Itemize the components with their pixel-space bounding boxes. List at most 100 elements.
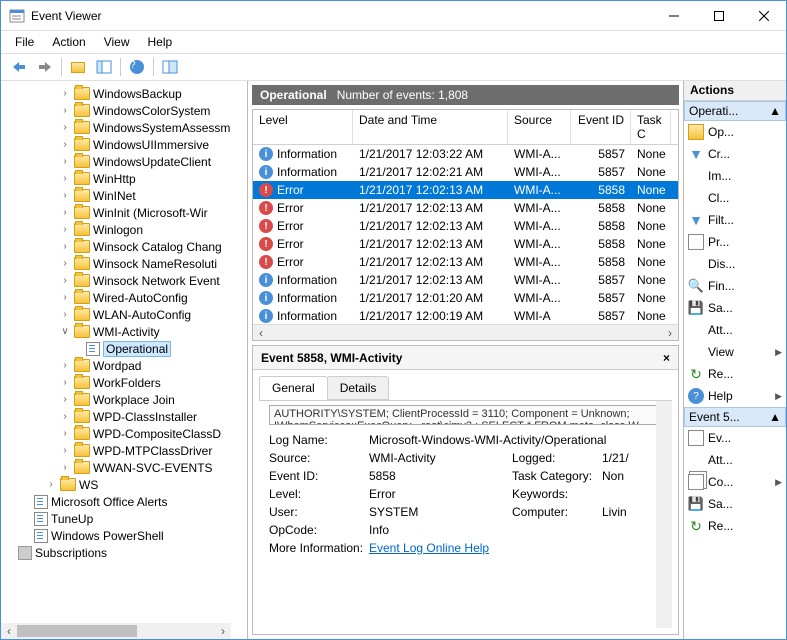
expand-icon[interactable]: ›: [59, 411, 71, 422]
expand-icon[interactable]: ›: [59, 139, 71, 150]
tree-item[interactable]: ›WLAN-AutoConfig: [1, 306, 247, 323]
tree-item[interactable]: ›WindowsSystemAssessm: [1, 119, 247, 136]
event-row[interactable]: !Error1/21/2017 12:02:13 AMWMI-A...5858N…: [253, 181, 678, 199]
help-button[interactable]: ?: [125, 56, 149, 78]
expand-icon[interactable]: ›: [59, 292, 71, 303]
action-item[interactable]: Co...▶: [684, 471, 786, 493]
scrollbar-thumb[interactable]: [17, 625, 137, 637]
scroll-right-icon[interactable]: ›: [662, 325, 678, 340]
tree-item[interactable]: ›Wired-AutoConfig: [1, 289, 247, 306]
actions-section-operational[interactable]: Operati...▲: [684, 101, 786, 121]
tree-item[interactable]: ›WindowsBackup: [1, 85, 247, 102]
tree-item[interactable]: ›Winsock NameResoluti: [1, 255, 247, 272]
actions-section-event[interactable]: Event 5...▲: [684, 407, 786, 427]
minimize-button[interactable]: [651, 1, 696, 30]
action-item[interactable]: Op...: [684, 121, 786, 143]
tree-item-operational[interactable]: Operational: [1, 340, 247, 357]
tree-item[interactable]: ›Winsock Network Event: [1, 272, 247, 289]
expand-icon[interactable]: ›: [59, 241, 71, 252]
tree-item[interactable]: ›WindowsColorSystem: [1, 102, 247, 119]
tree-item[interactable]: ›WinHttp: [1, 170, 247, 187]
tree-item[interactable]: ›WindowsUIImmersive: [1, 136, 247, 153]
col-taskcat[interactable]: Task C: [631, 110, 671, 144]
tree-item-subscriptions[interactable]: Subscriptions: [1, 544, 247, 561]
tree-item-ws[interactable]: ›WS: [1, 476, 247, 493]
expand-icon[interactable]: ›: [59, 462, 71, 473]
grid-scrollbar-horizontal[interactable]: ‹›: [253, 324, 678, 340]
event-row[interactable]: iInformation1/21/2017 12:01:20 AMWMI-A..…: [253, 289, 678, 307]
event-row[interactable]: iInformation1/21/2017 12:02:13 AMWMI-A..…: [253, 271, 678, 289]
action-item[interactable]: ↻Re...: [684, 363, 786, 385]
action-item[interactable]: Att...: [684, 319, 786, 341]
expand-icon[interactable]: ›: [59, 309, 71, 320]
link-online-help[interactable]: Event Log Online Help: [369, 541, 489, 555]
tree-item[interactable]: ›WinInit (Microsoft-Wir: [1, 204, 247, 221]
action-item[interactable]: Att...: [684, 449, 786, 471]
tree-item[interactable]: ›Winsock Catalog Chang: [1, 238, 247, 255]
action-item[interactable]: 💾Sa...: [684, 493, 786, 515]
tab-general[interactable]: General: [259, 376, 328, 400]
expand-icon[interactable]: ›: [59, 394, 71, 405]
scroll-left-icon[interactable]: ‹: [1, 623, 17, 639]
event-row[interactable]: !Error1/21/2017 12:02:13 AMWMI-A...5858N…: [253, 235, 678, 253]
expand-icon[interactable]: ›: [59, 173, 71, 184]
action-item[interactable]: View▶: [684, 341, 786, 363]
action-item[interactable]: 🔍Fin...: [684, 275, 786, 297]
expand-icon[interactable]: ›: [59, 275, 71, 286]
expand-icon[interactable]: ›: [59, 377, 71, 388]
event-row[interactable]: !Error1/21/2017 12:02:13 AMWMI-A...5858N…: [253, 217, 678, 235]
tree-item[interactable]: ›WPD-CompositeClassD: [1, 425, 247, 442]
action-item[interactable]: Pr...: [684, 231, 786, 253]
expand-icon[interactable]: ›: [59, 428, 71, 439]
menu-action[interactable]: Action: [44, 33, 93, 51]
expand-icon[interactable]: ›: [59, 445, 71, 456]
expand-icon[interactable]: ›: [59, 258, 71, 269]
tree-item[interactable]: Windows PowerShell: [1, 527, 247, 544]
event-row[interactable]: iInformation1/21/2017 12:02:21 AMWMI-A..…: [253, 163, 678, 181]
col-source[interactable]: Source: [508, 110, 571, 144]
tab-details[interactable]: Details: [327, 376, 390, 400]
expand-icon[interactable]: ›: [59, 105, 71, 116]
action-item[interactable]: ▼Filt...: [684, 209, 786, 231]
tree-item[interactable]: ›WindowsUpdateClient: [1, 153, 247, 170]
close-button[interactable]: [741, 1, 786, 30]
col-level[interactable]: Level: [253, 110, 353, 144]
event-description[interactable]: AUTHORITY\SYSTEM; ClientProcessId = 3110…: [269, 405, 662, 425]
action-item[interactable]: Cl...: [684, 187, 786, 209]
expand-icon[interactable]: ›: [59, 207, 71, 218]
tree-pane[interactable]: ›WindowsBackup›WindowsColorSystem›Window…: [1, 81, 247, 639]
tree-item[interactable]: ›WPD-MTPClassDriver: [1, 442, 247, 459]
tree-item[interactable]: ›WPD-ClassInstaller: [1, 408, 247, 425]
menu-file[interactable]: File: [7, 33, 42, 51]
action-item[interactable]: ▼Cr...: [684, 143, 786, 165]
col-eventid[interactable]: Event ID: [571, 110, 631, 144]
expand-icon[interactable]: ›: [59, 156, 71, 167]
menu-help[interactable]: Help: [140, 33, 181, 51]
view-button[interactable]: [158, 56, 182, 78]
expand-icon[interactable]: ›: [45, 479, 57, 490]
collapse-up-icon[interactable]: ▲: [769, 104, 781, 118]
expand-icon[interactable]: ›: [59, 360, 71, 371]
action-item[interactable]: Im...: [684, 165, 786, 187]
tree-item[interactable]: ›Winlogon: [1, 221, 247, 238]
event-grid[interactable]: Level Date and Time Source Event ID Task…: [252, 109, 679, 341]
detail-close-button[interactable]: ×: [663, 351, 670, 365]
expand-icon[interactable]: ›: [59, 190, 71, 201]
console-prop-button[interactable]: [92, 56, 116, 78]
event-row[interactable]: iInformation1/21/2017 12:00:19 AMWMI-A58…: [253, 307, 678, 324]
show-tree-button[interactable]: [66, 56, 90, 78]
scroll-left-icon[interactable]: ‹: [253, 325, 269, 340]
event-row[interactable]: !Error1/21/2017 12:02:13 AMWMI-A...5858N…: [253, 253, 678, 271]
action-item[interactable]: Ev...: [684, 427, 786, 449]
forward-button[interactable]: [33, 56, 57, 78]
tree-item[interactable]: ›WorkFolders: [1, 374, 247, 391]
menu-view[interactable]: View: [96, 33, 138, 51]
tree-item[interactable]: Microsoft Office Alerts: [1, 493, 247, 510]
back-button[interactable]: [7, 56, 31, 78]
tree-item[interactable]: ›WinINet: [1, 187, 247, 204]
maximize-button[interactable]: [696, 1, 741, 30]
collapse-icon[interactable]: ∨: [59, 326, 71, 337]
tree-item[interactable]: ›Wordpad: [1, 357, 247, 374]
tree-item[interactable]: TuneUp: [1, 510, 247, 527]
collapse-up-icon[interactable]: ▲: [769, 410, 781, 424]
